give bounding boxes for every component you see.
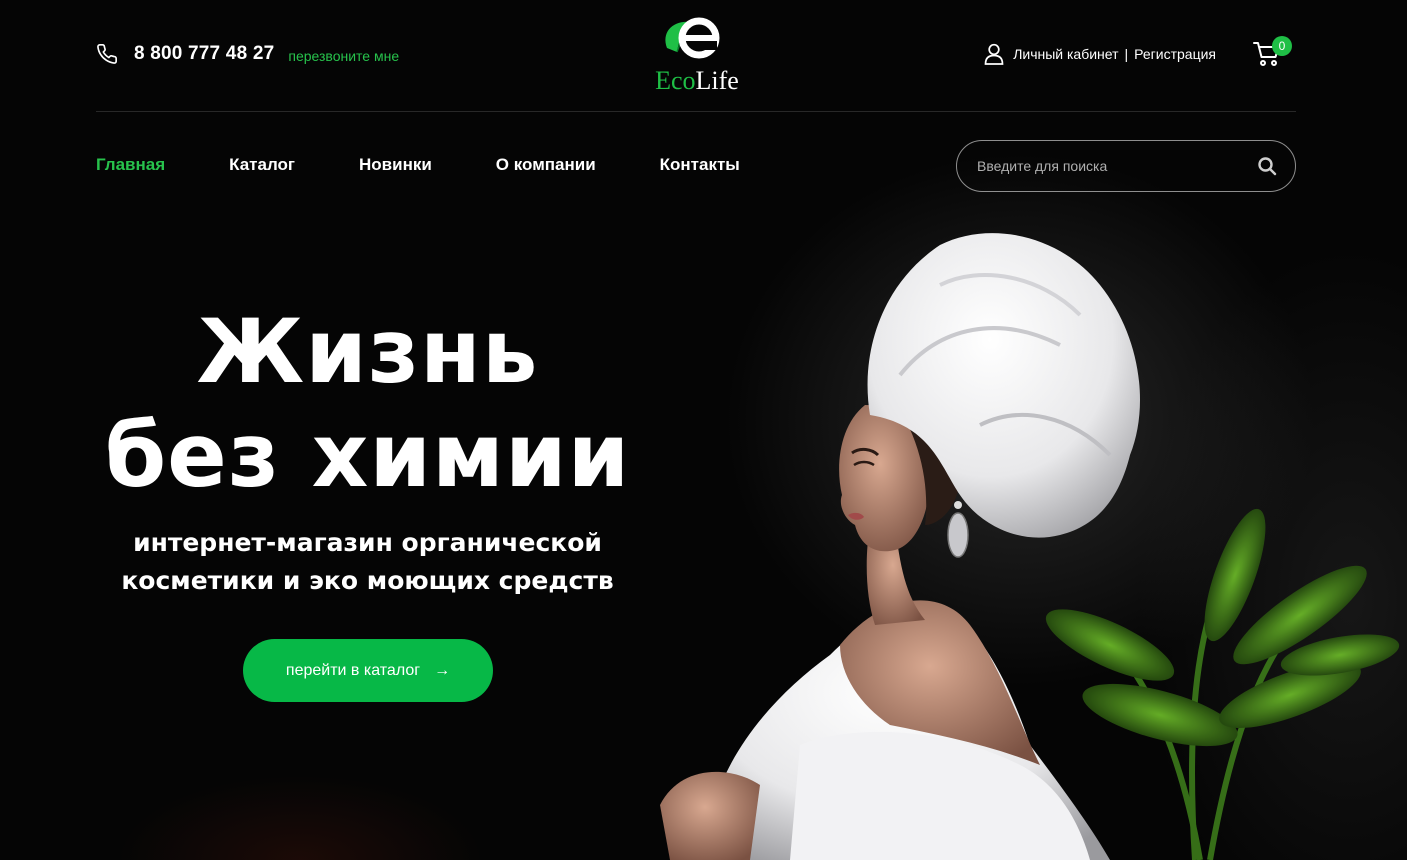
cta-label: перейти в каталог (285, 661, 421, 679)
cart-count-badge: 0 (1272, 36, 1292, 56)
search-input[interactable] (977, 141, 1247, 191)
logo[interactable]: EcoLife (647, 14, 747, 98)
logo-text: EcoLife (647, 66, 747, 96)
phone-number-link[interactable]: 8 800 777 48 27 (134, 43, 274, 65)
logo-leaf-icon (665, 17, 720, 59)
top-bar: 8 800 777 48 27 перезвоните мне EcoLife … (96, 0, 1296, 112)
register-link[interactable]: Регистрация (1134, 46, 1216, 62)
nav-item-new[interactable]: Новинки (359, 155, 432, 175)
logo-life-text: Life (695, 66, 739, 95)
user-icon (984, 43, 1004, 65)
hero-subtitle-line-1: интернет-магазин органической (133, 528, 602, 557)
search-box (956, 140, 1296, 192)
search-icon[interactable] (1257, 156, 1277, 176)
hero-woman-image (660, 233, 1400, 860)
account-block: Личный кабинет | Регистрация (984, 43, 1216, 65)
account-link[interactable]: Личный кабинет (1013, 46, 1118, 62)
arrow-right-icon: → (434, 661, 451, 679)
hero-title-line-1: Жизнь (196, 300, 539, 403)
go-to-catalog-button[interactable]: перейти в каталог → (243, 639, 493, 702)
logo-eco-text: Eco (655, 66, 696, 95)
account-separator: | (1124, 46, 1129, 62)
main-nav: Главная Каталог Новинки О компании Конта… (96, 155, 804, 175)
cart-button[interactable]: 0 (1252, 36, 1292, 70)
nav-item-home[interactable]: Главная (96, 155, 165, 175)
hero-subtitle-line-2: косметики и эко моющих средств (121, 566, 614, 595)
hero-subtitle: интернет-магазин органической косметики … (60, 524, 675, 600)
hero-title: Жизнь без химии (60, 300, 675, 508)
nav-item-catalog[interactable]: Каталог (229, 155, 295, 175)
callback-link[interactable]: перезвоните мне (288, 48, 399, 64)
phone-icon (96, 43, 118, 65)
hero-title-line-2: без химии (104, 404, 631, 507)
phone-block: 8 800 777 48 27 перезвоните мне (96, 43, 399, 65)
nav-item-contacts[interactable]: Контакты (660, 155, 740, 175)
nav-item-about[interactable]: О компании (496, 155, 596, 175)
